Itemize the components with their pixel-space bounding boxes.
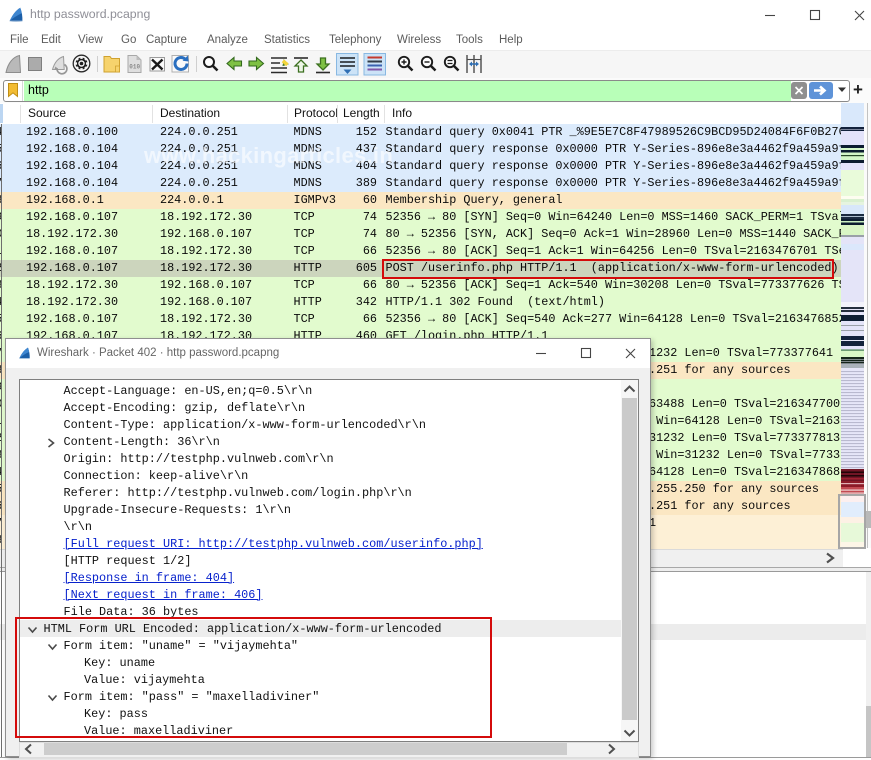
svg-text:010: 010 xyxy=(129,64,140,71)
